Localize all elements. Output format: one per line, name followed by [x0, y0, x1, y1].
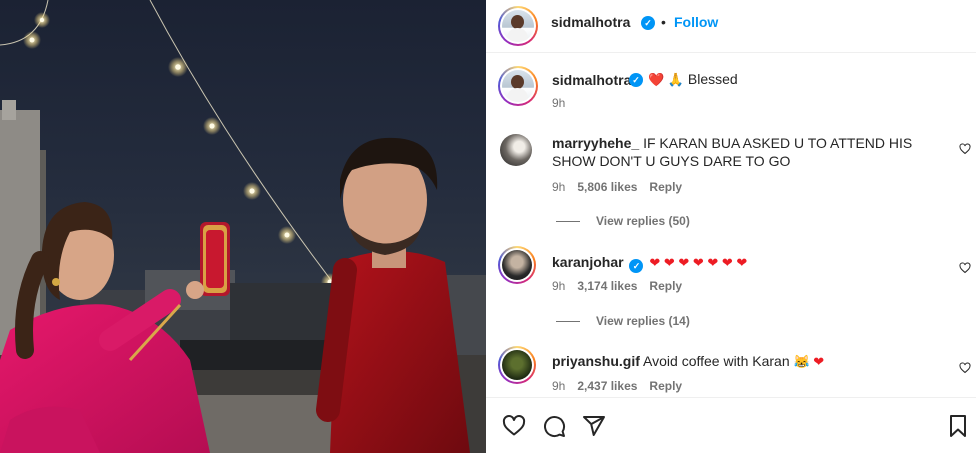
comment-body: ❤ ❤ ❤ ❤ ❤ ❤ ❤	[649, 255, 748, 270]
reply-button[interactable]: Reply	[649, 379, 682, 393]
comment-time: 9h	[552, 379, 566, 393]
commenter-avatar[interactable]	[498, 346, 536, 384]
caption-username[interactable]: sidmalhotra	[552, 72, 631, 88]
separator-dot: •	[661, 14, 666, 30]
author-username[interactable]: sidmalhotra	[551, 14, 630, 30]
commenter-avatar[interactable]	[500, 134, 532, 166]
comment-emojis: 😹 ❤	[793, 354, 825, 369]
follow-button[interactable]: Follow	[674, 14, 718, 30]
reply-button[interactable]: Reply	[649, 180, 682, 194]
comment-time: 9h	[552, 279, 566, 293]
comment-meta: 9h 2,437 likes Reply	[552, 379, 694, 393]
heart-icon[interactable]	[502, 414, 526, 438]
comment-like-heart-icon[interactable]	[959, 143, 971, 155]
comment-body: Avoid coffee with Karan	[643, 353, 790, 369]
caption-body: Blessed	[687, 71, 738, 87]
bookmark-icon[interactable]	[946, 414, 970, 438]
post-header: sidmalhotra ✓ • Follow	[486, 0, 976, 53]
caption-timestamp: 9h	[552, 96, 566, 110]
comment-likes[interactable]: 5,806 likes	[577, 180, 637, 194]
comment-likes[interactable]: 3,174 likes	[577, 279, 637, 293]
comment-likes[interactable]: 2,437 likes	[577, 379, 637, 393]
comment-like-heart-icon[interactable]	[959, 262, 971, 274]
caption-emojis: ❤️ 🙏	[648, 72, 684, 87]
commenter-avatar[interactable]	[498, 246, 536, 284]
reply-button[interactable]: Reply	[649, 279, 682, 293]
post-photo[interactable]	[0, 0, 486, 453]
comment-icon[interactable]	[542, 414, 566, 438]
caption-text: ❤️ 🙏 Blessed	[648, 70, 738, 89]
comment-username[interactable]: marryyhehe_	[552, 135, 639, 151]
post-photo-illustration	[0, 0, 486, 453]
verified-badge-icon: ✓	[629, 73, 643, 87]
verified-badge-icon: ✓	[629, 259, 644, 273]
verified-badge-icon: ✓	[641, 16, 655, 30]
post-side-panel: sidmalhotra ✓ • Follow sidmalhotra ✓ ❤️ …	[486, 0, 976, 453]
comment-like-heart-icon[interactable]	[959, 362, 971, 374]
caption-author-avatar[interactable]	[498, 66, 538, 106]
comment-time: 9h	[552, 180, 566, 194]
comment-1: marryyhehe_ IF KARAN BUA ASKED U TO ATTE…	[552, 134, 942, 170]
comment-meta: 9h 5,806 likes Reply	[552, 180, 694, 194]
comment-2: karanjohar ✓ ❤ ❤ ❤ ❤ ❤ ❤ ❤	[552, 253, 942, 273]
share-icon[interactable]	[582, 414, 606, 438]
comment-username[interactable]: priyanshu.gif	[552, 353, 640, 369]
comment-username[interactable]: karanjohar	[552, 254, 624, 270]
comment-meta: 9h 3,174 likes Reply	[552, 279, 694, 293]
view-replies-button[interactable]: View replies (50)	[556, 214, 690, 228]
view-replies-button[interactable]: View replies (14)	[556, 314, 690, 328]
post-actions-bar	[486, 397, 976, 453]
author-avatar[interactable]	[498, 6, 538, 46]
comment-3: priyanshu.gif Avoid coffee with Karan 😹 …	[552, 352, 942, 371]
